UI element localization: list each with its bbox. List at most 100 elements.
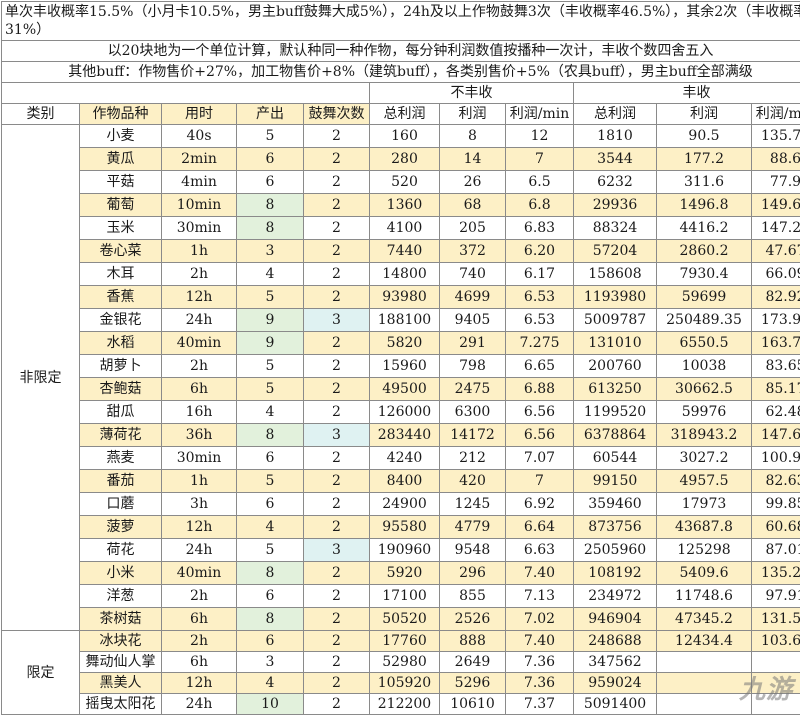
profit-normal: 4779	[440, 516, 506, 539]
profit-per-min-harvest: 147.66	[752, 424, 800, 447]
crop-row: 卷心菜1h3274403726.20572042860.247.67	[2, 240, 800, 263]
column-header-row: 类别作物品种用时产出鼓舞次数总利润利润利润/min总利润利润利润/min	[2, 104, 800, 125]
profit-per-min-harvest: 100.91	[752, 447, 800, 470]
profit-per-min-normal: 7	[506, 470, 574, 493]
total-profit-harvest: 60544	[574, 447, 657, 470]
profit-per-min-harvest: 147.21	[752, 217, 800, 240]
yield: 8	[237, 562, 304, 585]
crop-row: 番茄1h5284004207991504957.582.63	[2, 470, 800, 493]
total-profit-harvest: 108192	[574, 562, 657, 585]
crop-row: 限定冰块花2h62177608887.4024868812434.4103.62	[2, 631, 800, 652]
yield: 3	[237, 652, 304, 673]
profit-normal: 296	[440, 562, 506, 585]
grow-time: 2h	[162, 263, 237, 286]
profit-normal: 740	[440, 263, 506, 286]
yield: 8	[237, 194, 304, 217]
yield: 9	[237, 332, 304, 355]
profit-normal: 4699	[440, 286, 506, 309]
profit-harvest: 250489.35	[657, 309, 752, 332]
crop-name: 黄瓜	[80, 148, 162, 171]
profit-normal: 5296	[440, 673, 506, 694]
crop-name: 冰块花	[80, 631, 162, 652]
profit-normal: 205	[440, 217, 506, 240]
crop-name: 金银花	[80, 309, 162, 332]
profit-normal: 2475	[440, 378, 506, 401]
encourage-count: 2	[304, 652, 370, 673]
profit-harvest: 125298	[657, 539, 752, 562]
crop-row: 小米40min8259202967.401081925409.6135.24	[2, 562, 800, 585]
total-profit-normal: 5820	[370, 332, 440, 355]
profit-per-min-harvest: 85.17	[752, 378, 800, 401]
total-profit-harvest: 5091400	[574, 694, 657, 715]
encourage-count: 2	[304, 171, 370, 194]
profit-per-min-harvest: 60.68	[752, 516, 800, 539]
grow-time: 40min	[162, 562, 237, 585]
column-header: 利润	[657, 104, 752, 125]
total-profit-normal: 160	[370, 125, 440, 148]
yield: 8	[237, 217, 304, 240]
yield: 6	[237, 171, 304, 194]
total-profit-normal: 4100	[370, 217, 440, 240]
yield: 4	[237, 516, 304, 539]
profit-harvest: 5409.6	[657, 562, 752, 585]
crop-row: 葡萄10min821360686.8299361496.8149.68	[2, 194, 800, 217]
profit-per-min-normal: 7.37	[506, 694, 574, 715]
encourage-count: 2	[304, 516, 370, 539]
crop-row: 平菇4min62520266.56232311.677.9	[2, 171, 800, 194]
crop-row: 菠萝12h429558047796.6487375643687.860.68	[2, 516, 800, 539]
total-profit-harvest: 131010	[574, 332, 657, 355]
crop-row: 薄荷花36h83283440141726.566378864318943.214…	[2, 424, 800, 447]
total-profit-harvest: 234972	[574, 585, 657, 608]
encourage-count: 2	[304, 608, 370, 631]
encourage-count: 2	[304, 286, 370, 309]
profit-per-min-normal: 7.36	[506, 652, 574, 673]
profit-per-min-harvest: 87.01	[752, 539, 800, 562]
encourage-count: 2	[304, 217, 370, 240]
profit-normal: 855	[440, 585, 506, 608]
profit-harvest	[657, 652, 752, 673]
profit-harvest: 177.2	[657, 148, 752, 171]
total-profit-harvest: 6232	[574, 171, 657, 194]
profit-per-min-harvest: 88.6	[752, 148, 800, 171]
total-profit-normal: 4240	[370, 447, 440, 470]
grow-time: 1h	[162, 470, 237, 493]
column-header: 鼓舞次数	[304, 104, 370, 125]
profit-normal: 420	[440, 470, 506, 493]
profit-per-min-harvest: 62.48	[752, 401, 800, 424]
yield: 8	[237, 424, 304, 447]
grow-time: 30min	[162, 447, 237, 470]
total-profit-normal: 190960	[370, 539, 440, 562]
crop-name: 口蘑	[80, 493, 162, 516]
total-profit-harvest: 959024	[574, 673, 657, 694]
crop-name: 木耳	[80, 263, 162, 286]
profit-harvest: 59699	[657, 286, 752, 309]
yield: 4	[237, 673, 304, 694]
crop-row: 水稻40min9258202917.2751310106550.5163.76	[2, 332, 800, 355]
column-header: 利润	[440, 104, 506, 125]
profit-normal: 8	[440, 125, 506, 148]
profit-normal: 798	[440, 355, 506, 378]
crop-row: 摇曳太阳花24h102212200106107.375091400	[2, 694, 800, 715]
yield: 10	[237, 694, 304, 715]
crop-name: 茶树菇	[80, 608, 162, 631]
total-profit-normal: 105920	[370, 673, 440, 694]
profit-per-min-harvest: 135.75	[752, 125, 800, 148]
profit-per-min-harvest: 97.91	[752, 585, 800, 608]
yield: 4	[237, 401, 304, 424]
crop-name: 玉米	[80, 217, 162, 240]
note-calculation-basis: 以20块地为一个单位计算，默认种同一种作物，每分钟利润数值按播种一次计，丰收个数…	[2, 41, 800, 62]
encourage-count: 2	[304, 240, 370, 263]
encourage-count: 3	[304, 539, 370, 562]
profit-normal: 2526	[440, 608, 506, 631]
profit-per-min-harvest: 149.68	[752, 194, 800, 217]
spreadsheet: 单次丰收概率15.5%（小月卡10.5%，男主buff鼓舞大成5%），24h及以…	[1, 1, 799, 710]
crop-name: 平菇	[80, 171, 162, 194]
total-profit-harvest: 946904	[574, 608, 657, 631]
note-harvest-probability: 单次丰收概率15.5%（小月卡10.5%，男主buff鼓舞大成5%），24h及以…	[2, 2, 800, 41]
crop-name: 香蕉	[80, 286, 162, 309]
profit-per-min-normal: 6.8	[506, 194, 574, 217]
profit-per-min-normal: 7	[506, 148, 574, 171]
crop-name: 番茄	[80, 470, 162, 493]
profit-harvest: 30662.5	[657, 378, 752, 401]
crop-row: 木耳2h42148007406.171586087930.466.09	[2, 263, 800, 286]
